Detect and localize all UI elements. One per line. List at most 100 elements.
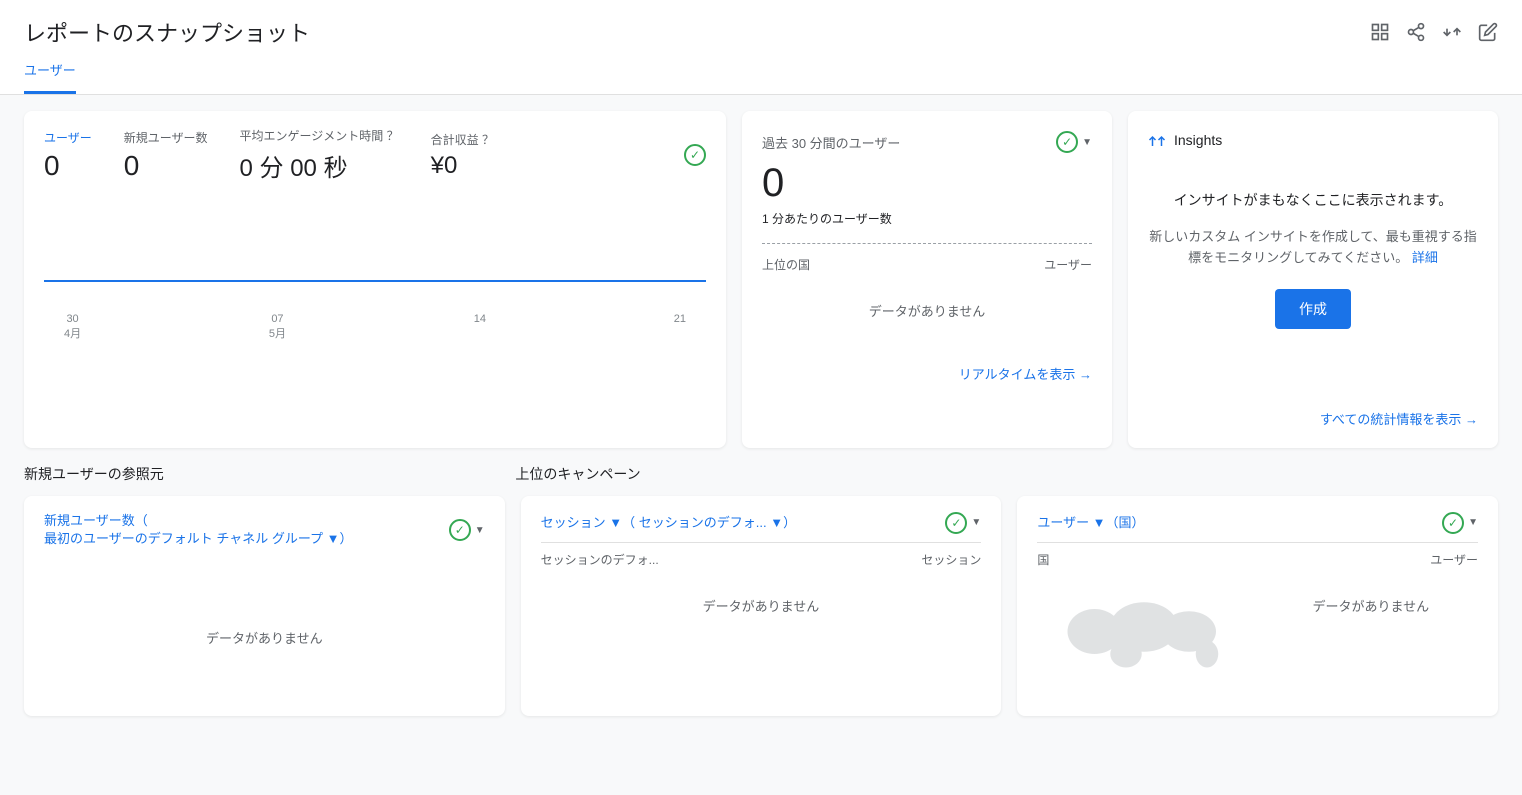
country-card-header: ユーザー ▼（国） ✓ ▼: [1037, 512, 1478, 534]
metrics-top: ユーザー 0 新規ユーザー数 0 平均エンゲージメント時間 ？ 0 分 00 秒…: [44, 127, 706, 183]
engagement-label: 平均エンゲージメント時間 ？: [240, 127, 399, 144]
realtime-title: 過去 30 分間のユーザー: [762, 133, 900, 152]
new-users-section-title: 新規ユーザーの参照元: [24, 464, 515, 484]
engagement-metric: 平均エンゲージメント時間 ？ 0 分 00 秒: [240, 127, 399, 183]
realtime-check-icon: ✓: [1056, 131, 1078, 153]
campaign-col-value: セッション: [921, 551, 981, 568]
realtime-check-dropdown[interactable]: ✓ ▼: [1056, 131, 1092, 153]
chart-label-30: 304月: [64, 313, 81, 341]
new-users-title-line1: 新規ユーザー数（: [44, 513, 148, 528]
insights-detail-link[interactable]: 詳細: [1412, 250, 1438, 265]
campaign-col-label: セッションのデフォ...: [541, 551, 659, 568]
new-users-card-title: 新規ユーザー数（ 最初のユーザーのデフォルト チャネル グループ ▼）: [44, 512, 353, 548]
new-users-card: 新規ユーザー数（ 最初のユーザーのデフォルト チャネル グループ ▼） ✓ ▼ …: [24, 496, 505, 716]
campaign-card-header: セッション ▼（ セッションのデフォ... ▼） ✓ ▼: [541, 512, 982, 534]
world-map: [1037, 576, 1251, 699]
new-user-value: 0: [124, 150, 208, 182]
campaign-check-icon: ✓: [945, 512, 967, 534]
main-content: ユーザー 0 新規ユーザー数 0 平均エンゲージメント時間 ？ 0 分 00 秒…: [0, 95, 1522, 732]
col-users-label: ユーザー: [1044, 256, 1092, 273]
top-row: ユーザー 0 新規ユーザー数 0 平均エンゲージメント時間 ？ 0 分 00 秒…: [24, 111, 1498, 448]
chart-x-labels: 304月 075月 14 21: [44, 313, 706, 341]
realtime-table-header: 上位の国 ユーザー: [762, 256, 1092, 273]
country-col-country: 国: [1037, 551, 1049, 568]
col-country-label: 上位の国: [762, 256, 810, 273]
page-title: レポートのスナップショット: [24, 16, 310, 48]
revenue-value: ¥0: [431, 152, 494, 180]
chart-svg: [44, 191, 706, 311]
country-card: ユーザー ▼（国） ✓ ▼ 国 ユーザー: [1017, 496, 1498, 716]
realtime-dropdown-arrow: ▼: [1082, 137, 1092, 148]
realtime-no-data: データがありません: [762, 281, 1092, 340]
new-users-section-title-area: 新規ユーザーの参照元: [24, 464, 515, 496]
country-dropdown-arrow: ▼: [1468, 517, 1478, 528]
metrics-card: ユーザー 0 新規ユーザー数 0 平均エンゲージメント時間 ？ 0 分 00 秒…: [24, 111, 726, 448]
country-content: データがありません: [1037, 576, 1478, 699]
country-no-data: データがありません: [1264, 576, 1478, 635]
engagement-value: 0 分 00 秒: [240, 148, 399, 183]
revenue-label: 合計収益 ？: [431, 131, 494, 148]
chart-area: 304月 075月 14 21: [44, 191, 706, 341]
view-realtime-link[interactable]: リアルタイムを表示 →: [762, 364, 1092, 383]
metrics-check-area: ✓: [684, 144, 706, 166]
realtime-card: 過去 30 分間のユーザー ✓ ▼ 0 1 分あたりのユーザー数 上位の国 ユー…: [742, 111, 1112, 448]
chart-label-07: 075月: [269, 313, 286, 341]
map-svg: [1054, 586, 1234, 686]
new-users-check-dropdown[interactable]: ✓ ▼: [449, 519, 485, 541]
grid-icon[interactable]: [1370, 22, 1390, 42]
country-card-title: ユーザー ▼（国）: [1037, 514, 1144, 532]
header-actions: [1370, 22, 1498, 42]
chart-label-21: 21: [674, 313, 686, 341]
campaign-section-title: 上位のキャンペーン: [515, 464, 1498, 484]
insights-title: Insights: [1174, 132, 1222, 148]
insights-card: Insights インサイトがまもなくここに表示されます。 新しいカスタム イン…: [1128, 111, 1498, 448]
share-icon[interactable]: [1406, 22, 1426, 42]
realtime-divider: [762, 243, 1092, 244]
country-col-headers: 国 ユーザー: [1037, 542, 1478, 568]
bottom-sections: 新規ユーザーの参照元 上位のキャンペーン 新規ユーザー数（ 最初のユーザーのデフ…: [24, 464, 1498, 716]
user-metric: ユーザー 0: [44, 129, 92, 182]
campaign-col-headers: セッションのデフォ... セッション: [541, 542, 982, 568]
campaign-card-title: セッション ▼（ セッションのデフォ... ▼）: [541, 514, 796, 532]
country-check-dropdown[interactable]: ✓ ▼: [1442, 512, 1478, 534]
tab-users[interactable]: ユーザー: [24, 48, 76, 94]
campaign-section-title-area: 上位のキャンペーン: [515, 464, 1498, 496]
country-title-text[interactable]: ユーザー ▼（国）: [1037, 515, 1144, 530]
new-user-label: 新規ユーザー数: [124, 129, 208, 146]
new-users-card-header: 新規ユーザー数（ 最初のユーザーのデフォルト チャネル グループ ▼） ✓ ▼: [44, 512, 485, 548]
revenue-metric: 合計収益 ？ ¥0: [431, 131, 494, 180]
user-label: ユーザー: [44, 129, 92, 146]
user-value: 0: [44, 150, 92, 182]
page-header: レポートのスナップショット: [0, 0, 1522, 48]
campaign-dropdown-arrow: ▼: [971, 517, 981, 528]
new-users-title-line2[interactable]: 最初のユーザーのデフォルト チャネル グループ ▼）: [44, 531, 353, 546]
campaign-title-sessions2[interactable]: セッションのデフォ... ▼）: [639, 515, 796, 530]
insights-body: インサイトがまもなくここに表示されます。 新しいカスタム インサイトを作成して、…: [1148, 169, 1478, 349]
country-no-data-area: データがありません: [1264, 576, 1478, 635]
realtime-header: 過去 30 分間のユーザー ✓ ▼: [762, 131, 1092, 153]
country-check-icon: ✓: [1442, 512, 1464, 534]
chart-label-14: 14: [474, 313, 486, 341]
edit-icon[interactable]: [1478, 22, 1498, 42]
new-users-dropdown-arrow: ▼: [475, 525, 485, 536]
realtime-value: 0: [762, 161, 1092, 206]
realtime-sublabel: 1 分あたりのユーザー数: [762, 210, 1092, 227]
create-insight-button[interactable]: 作成: [1275, 289, 1351, 329]
campaign-no-data: データがありません: [541, 576, 982, 635]
new-users-check-icon: ✓: [449, 519, 471, 541]
bottom-row: 新規ユーザー数（ 最初のユーザーのデフォルト チャネル グループ ▼） ✓ ▼ …: [24, 496, 1498, 716]
new-users-no-data: データがありません: [44, 608, 485, 667]
insights-teaser: インサイトがまもなくここに表示されます。: [1148, 189, 1478, 211]
metrics-check-icon: ✓: [684, 144, 706, 166]
insights-description: 新しいカスタム インサイトを作成して、最も重視する指標をモニタリングしてみてくだ…: [1148, 227, 1478, 269]
insights-icon: [1148, 131, 1166, 149]
campaign-title-sessions[interactable]: セッション ▼（: [541, 515, 635, 530]
insights-header: Insights: [1148, 131, 1478, 149]
view-stats-link[interactable]: すべての統計情報を表示 →: [1148, 409, 1478, 428]
tab-bar: ユーザー: [0, 48, 1522, 95]
campaign-card: セッション ▼（ セッションのデフォ... ▼） ✓ ▼ セッションのデフォ..…: [521, 496, 1002, 716]
compare-icon[interactable]: [1442, 22, 1462, 42]
country-col-users: ユーザー: [1430, 551, 1478, 568]
campaign-check-dropdown[interactable]: ✓ ▼: [945, 512, 981, 534]
new-user-metric: 新規ユーザー数 0: [124, 129, 208, 182]
